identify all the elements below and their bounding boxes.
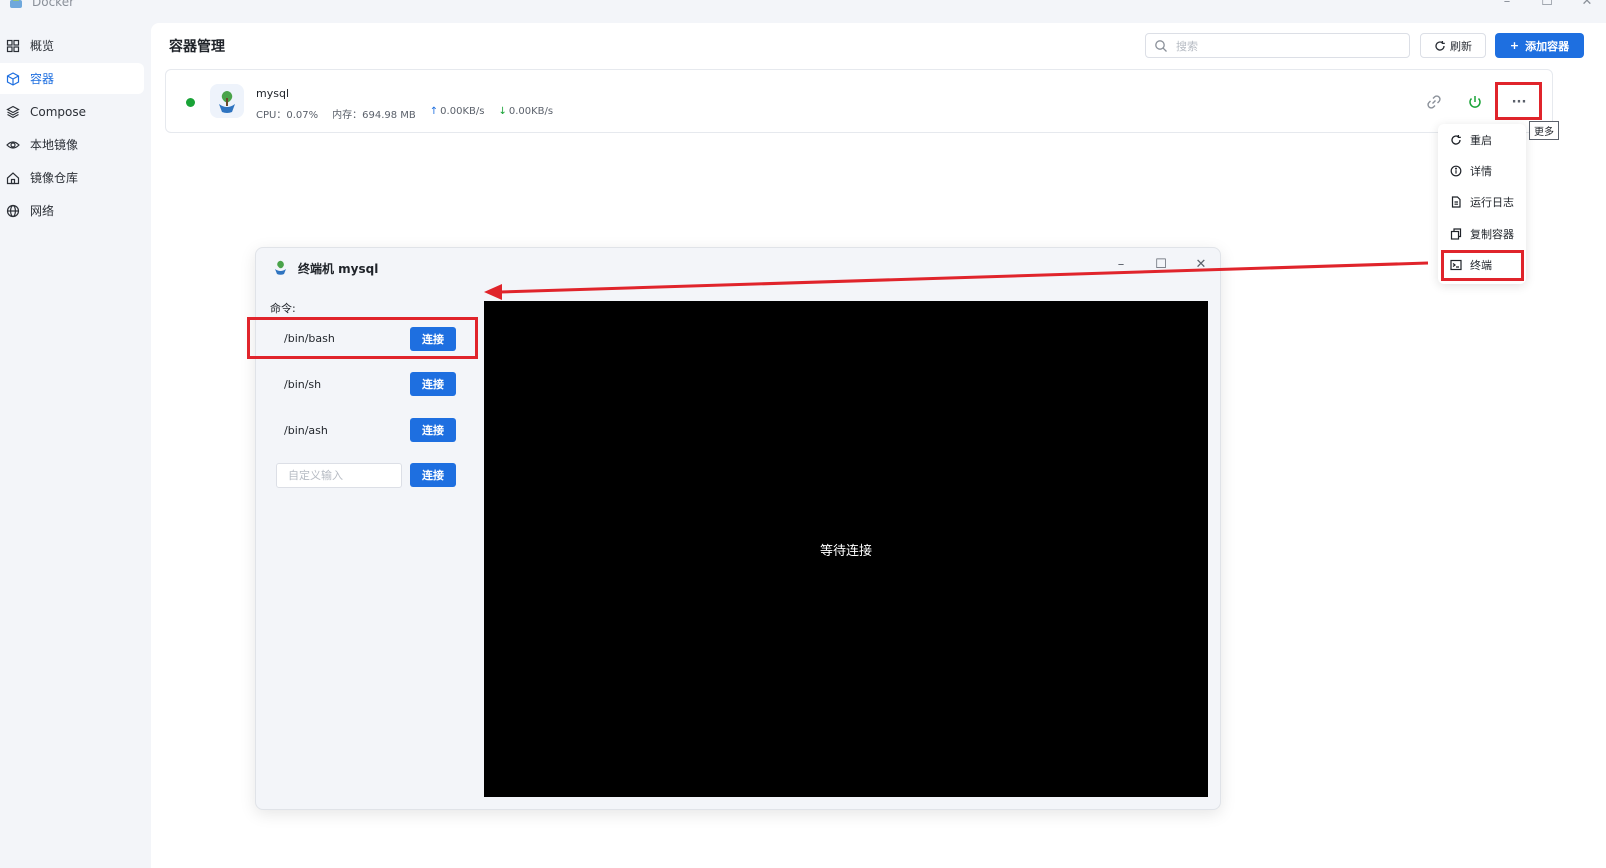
mysql-logo-icon [275,260,286,275]
command-label: 命令: [270,302,296,315]
status-indicator [186,98,195,107]
log-icon [1450,196,1462,208]
annotation-box-bash [247,317,478,359]
home-icon [6,171,20,185]
window-titlebar: Docker – ☐ ✕ [0,0,1606,14]
command-sh-label: /bin/sh [284,378,322,391]
connect-custom-button[interactable]: 连接 [410,463,456,487]
upload-rate: ↑ 0.00KB/s [429,106,485,117]
terminal-status: 等待连接 [819,544,872,559]
connect-sh-button[interactable]: 连接 [410,372,456,396]
globe-icon [6,204,20,218]
menu-item-logs[interactable]: 运行日志 [1438,187,1526,217]
refresh-button[interactable]: 刷新 [1420,33,1486,58]
search-box[interactable] [1145,33,1410,58]
arrow-down-icon: ↓ [498,106,507,117]
sidebar-item-label: 镜像仓库 [30,171,79,185]
container-card[interactable]: mysql CPU：0.07% 内存：694.98 MB ↑ 0.00KB/s ↓… [165,69,1553,133]
arrow-up-icon: ↑ [429,106,439,117]
plus-icon: + [1509,39,1520,52]
menu-item-details[interactable]: 详情 [1438,156,1526,186]
container-stats: CPU：0.07% 内存：694.98 MB ↑ 0.00KB/s ↓ 0.00KB… [256,106,553,121]
dialog-maximize-button[interactable]: ☐ [1151,257,1171,272]
menu-item-label: 复制容器 [1470,228,1514,241]
connect-ash-button[interactable]: 连接 [410,418,456,442]
refresh-icon [1435,40,1445,51]
menu-item-copy[interactable]: 复制容器 [1438,219,1526,249]
download-rate: ↓ 0.00KB/s [498,106,554,117]
search-icon [1155,40,1167,52]
search-input[interactable] [1174,37,1404,55]
sidebar-item-label: 容器 [30,72,55,86]
annotation-box-terminal [1441,250,1524,281]
memory-usage: 内存：694.98 MB [332,110,416,121]
terminal-screen[interactable]: 等待连接 [484,301,1208,797]
menu-item-restart[interactable]: 重启 [1438,125,1526,155]
dialog-title: 终端机 mysql [298,262,379,276]
app-title: Docker [32,0,75,9]
add-container-label: 添加容器 [1525,39,1570,53]
restart-icon [1450,134,1462,146]
more-tooltip: 更多 [1529,121,1559,140]
command-ash-label: /bin/ash [284,424,328,437]
window-minimize-button[interactable]: – [1496,0,1518,9]
docker-logo-icon [10,0,22,8]
eye-icon [6,138,20,152]
menu-item-label: 详情 [1470,165,1492,178]
link-icon[interactable] [1426,94,1442,110]
sidebar-item-label: 概览 [30,39,55,53]
sidebar-item-label: Compose [30,104,87,119]
sidebar-item-containers[interactable]: 容器 [0,63,144,94]
menu-item-label: 运行日志 [1470,196,1514,209]
power-icon[interactable] [1467,94,1483,110]
sidebar-item-compose[interactable]: Compose [0,96,146,127]
sidebar-item-network[interactable]: 网络 [0,195,146,226]
container-name: mysql [256,87,289,100]
copy-icon [1450,228,1462,240]
sidebar: 概览 容器 Compose 本地镜像 镜像仓库 网络 [0,30,146,228]
sidebar-item-overview[interactable]: 概览 [0,30,146,61]
sidebar-item-registry[interactable]: 镜像仓库 [0,162,146,193]
annotation-box-more [1495,82,1542,120]
cpu-usage: CPU：0.07% [256,110,319,121]
dialog-minimize-button[interactable]: – [1111,257,1131,272]
window-maximize-button[interactable]: ☐ [1536,0,1558,9]
grid-icon [6,39,20,53]
add-container-button[interactable]: + 添加容器 [1495,33,1584,58]
sidebar-item-label: 本地镜像 [30,138,79,152]
refresh-label: 刷新 [1450,39,1472,53]
custom-command-input[interactable] [276,463,402,488]
layers-icon [6,105,20,119]
sidebar-item-label: 网络 [30,204,55,218]
dialog-close-button[interactable]: ✕ [1191,257,1211,272]
window-close-button[interactable]: ✕ [1576,0,1598,9]
menu-item-label: 重启 [1470,134,1492,147]
mysql-logo-icon [210,84,244,118]
page-title: 容器管理 [169,39,225,55]
info-icon [1450,165,1462,177]
sidebar-item-local-images[interactable]: 本地镜像 [0,129,146,160]
cube-icon [6,71,20,86]
